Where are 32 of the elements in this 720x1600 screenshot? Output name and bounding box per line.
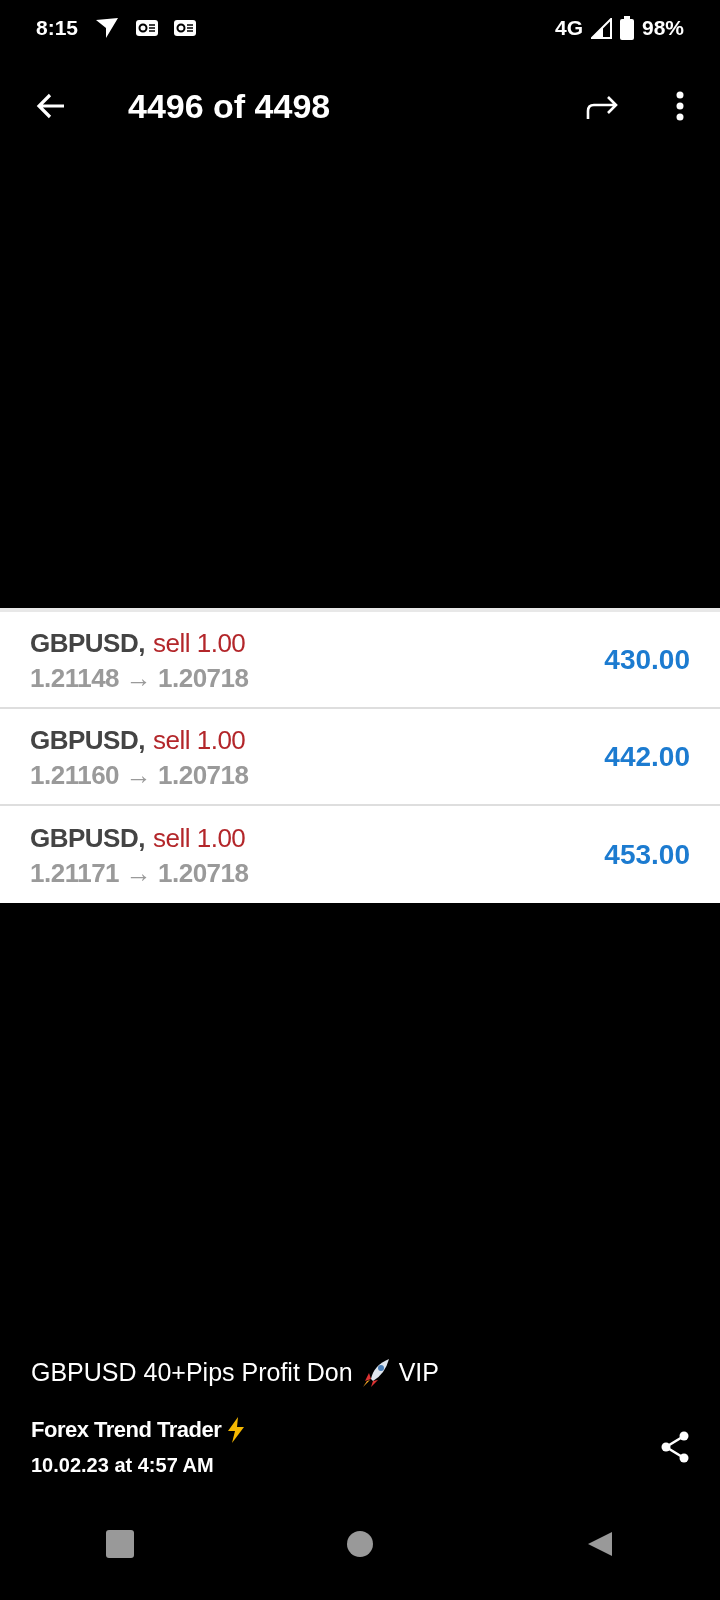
network-label: 4G xyxy=(554,15,583,42)
symbol-text: GBPUSD, xyxy=(30,627,145,661)
caption-text: GBPUSD 40+Pips Profit Don xyxy=(31,1356,353,1388)
symbol-text: GBPUSD, xyxy=(30,724,145,758)
back-icon[interactable] xyxy=(586,1530,614,1558)
profit-text: 442.00 xyxy=(604,739,690,774)
share-icon[interactable] xyxy=(661,1430,689,1463)
news-icon xyxy=(174,20,197,36)
more-options-icon[interactable] xyxy=(676,91,684,121)
order-type-text: sell 1.00 xyxy=(152,822,246,856)
status-time: 8:15 xyxy=(36,15,79,42)
order-type-text: sell 1.00 xyxy=(152,724,246,758)
profit-text: 430.00 xyxy=(604,642,690,677)
price-text: 1.21171 → 1.20718 xyxy=(30,858,249,890)
toolbar-title: 4496 of 4498 xyxy=(128,85,331,127)
lightning-icon xyxy=(225,1416,246,1443)
order-type-text: sell 1.00 xyxy=(152,627,246,661)
price-text: 1.21148 → 1.20718 xyxy=(30,663,249,695)
rocket-icon xyxy=(360,1357,391,1388)
profit-text: 453.00 xyxy=(604,837,690,872)
post-date: 10.02.23 at 4:57 AM xyxy=(31,1453,215,1478)
battery-level: 98% xyxy=(641,15,684,42)
symbol-text: GBPUSD, xyxy=(30,822,145,856)
back-icon[interactable] xyxy=(36,91,66,121)
caption-text: VIP xyxy=(398,1356,439,1388)
home-icon[interactable] xyxy=(346,1530,374,1558)
price-text: 1.21160 → 1.20718 xyxy=(30,760,249,792)
news-icon xyxy=(136,20,159,36)
author-name: Forex Trend Trader xyxy=(31,1416,222,1444)
battery-icon xyxy=(619,16,634,40)
signal-icon xyxy=(590,17,612,39)
navigation-icon xyxy=(94,16,121,40)
